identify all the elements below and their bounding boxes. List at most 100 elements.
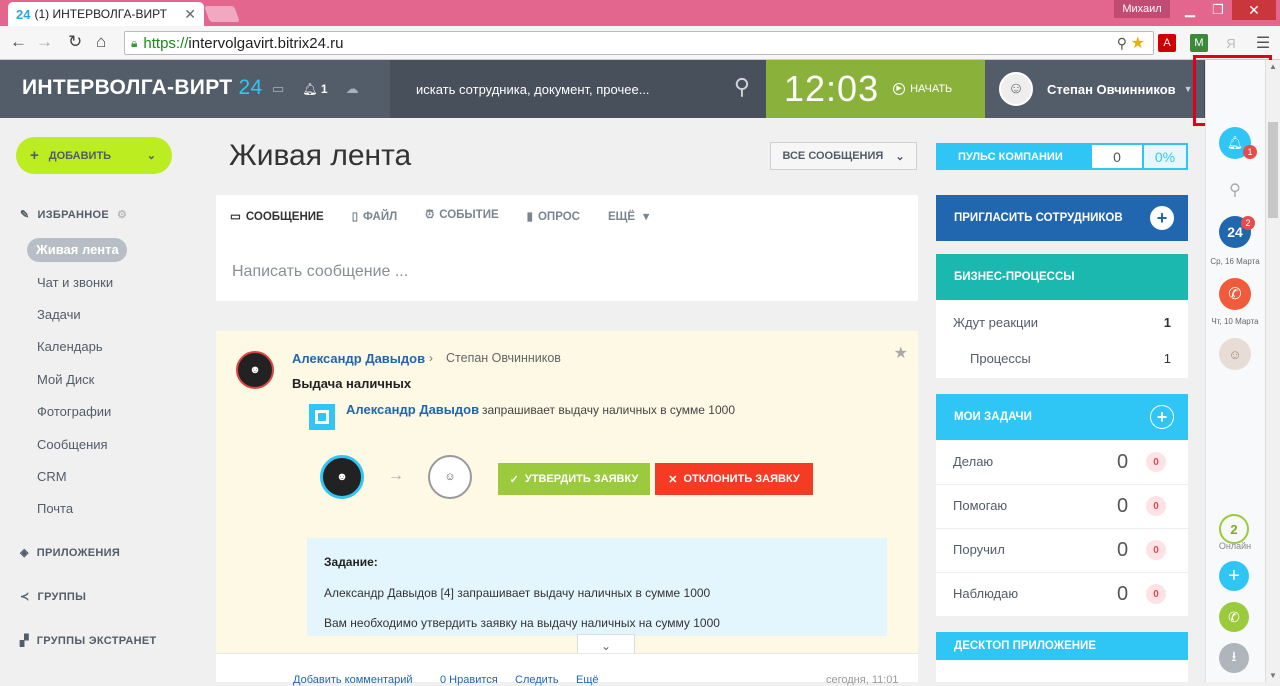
task-row-watching[interactable]: Наблюдаю [953, 586, 1018, 601]
address-bar[interactable]: 🔒︎ https:// intervolgavirt.bitrix24.ru ⚲… [124, 31, 1154, 55]
groups-section[interactable]: ≺ ГРУППЫ [20, 590, 86, 604]
search-input[interactable]: искать сотрудника, документ, прочее... ⚲ [390, 60, 766, 118]
bar-chart-icon: ▮ [526, 211, 533, 223]
desktop-app-header[interactable]: ДЕСКТОП ПРИЛОЖЕНИЕ [936, 632, 1188, 660]
extranet-section[interactable]: ▞ ГРУППЫ ЭКСТРАНЕТ [20, 634, 157, 648]
online-label: Онлайн [1218, 541, 1252, 551]
call-icon[interactable]: ✆ [1219, 602, 1249, 632]
shield-extension-icon[interactable]: M [1190, 34, 1208, 52]
sidebar-item-live-feed[interactable]: Живая лента [27, 238, 127, 262]
start-label: НАЧАТЬ [910, 83, 953, 95]
apps-label: ПРИЛОЖЕНИЯ [36, 546, 121, 559]
task-row-assigned[interactable]: Поручил [953, 542, 1005, 557]
feed-filter-dropdown[interactable]: ВСЕ СООБЩЕНИЯ ⌄ [770, 142, 917, 170]
my-tasks-header[interactable]: МОИ ЗАДАЧИ + [936, 394, 1188, 440]
forward-icon[interactable]: → [36, 32, 53, 52]
chat-icon[interactable]: ▭ [272, 81, 284, 97]
portal-header: ИНТЕРВОЛГА-ВИРТ 24 ▭ 🔔︎ 1 ☁ искать сотру… [0, 60, 1205, 118]
contact-avatar[interactable]: ☺ [1219, 338, 1251, 370]
tab-event[interactable]: ⏰︎ СОБЫТИЕ [425, 209, 498, 223]
sidebar-item-messages[interactable]: Сообщения [37, 437, 108, 452]
bp-author-link[interactable]: Александр Давыдов [346, 402, 479, 417]
add-button[interactable]: + ДОБАВИТЬ ⌄ [16, 137, 172, 174]
tasks-label: МОИ ЗАДАЧИ [954, 411, 1032, 423]
zoom-icon[interactable]: ⚲ [1117, 35, 1127, 52]
approve-button[interactable]: ✓ УТВЕРДИТЬ ЗАЯВКУ [498, 463, 650, 495]
post-composer: ▭ СООБЩЕНИЕ ▯ ФАЙЛ ⏰︎ СОБЫТИЕ ▮ ОПРОС ЕЩЁ ▾ … [216, 195, 918, 301]
browser-tab[interactable]: 24 (1) ИНТЕРВОЛГА-ВИРТ ✕ [8, 2, 204, 26]
add-task-icon[interactable]: + [1150, 405, 1174, 429]
bookmark-star-icon[interactable]: ★ [1131, 33, 1145, 53]
approver-avatar[interactable]: ☺ [428, 455, 472, 499]
search-icon[interactable]: ⚲ [734, 74, 750, 100]
online-counter[interactable]: 2 [1219, 514, 1249, 544]
reload-icon[interactable]: ↻ [68, 32, 82, 52]
more-link[interactable]: Ещё [576, 674, 599, 686]
message-input[interactable]: Написать сообщение ... [232, 263, 408, 281]
sidebar-item-photos[interactable]: Фотографии [37, 404, 111, 419]
favorite-star-icon[interactable]: ★ [894, 343, 908, 363]
favorites-section[interactable]: ✎ ИЗБРАННОЕ ⚙ [20, 208, 127, 222]
close-tab-icon[interactable]: ✕ [184, 6, 196, 23]
sidebar-item-crm[interactable]: CRM [37, 469, 67, 484]
sidebar-item-tasks[interactable]: Задачи [37, 307, 81, 322]
scroll-up-icon[interactable]: ▲ [1269, 62, 1277, 71]
divider [936, 572, 1188, 573]
bp-processes-label[interactable]: Процессы [970, 351, 1031, 366]
add-contact-icon[interactable]: + [1219, 561, 1249, 591]
pulse-value: 0 [1092, 145, 1142, 168]
scroll-down-icon[interactable]: ▼ [1269, 671, 1277, 680]
yandex-extension-icon[interactable]: Я [1222, 34, 1240, 52]
sidebar-item-disk[interactable]: Мой Диск [37, 372, 94, 387]
company-pulse[interactable]: ПУЛЬС КОМПАНИИ 0 0% [936, 143, 1188, 170]
invite-employees-button[interactable]: ПРИГЛАСИТЬ СОТРУДНИКОВ + [936, 195, 1188, 241]
url-host: intervolgavirt.bitrix24.ru [188, 34, 344, 52]
home-icon[interactable]: ⌂ [96, 32, 106, 52]
task-row-doing[interactable]: Делаю [953, 454, 993, 469]
sidebar-item-mail[interactable]: Почта [37, 501, 73, 516]
back-icon[interactable]: ← [10, 32, 27, 52]
cloud-icon[interactable]: ☁ [346, 81, 359, 97]
portal-logo[interactable]: ИНТЕРВОЛГА-ВИРТ 24 [22, 76, 262, 100]
rail-search-icon[interactable]: ⚲ [1223, 178, 1247, 202]
add-label: ДОБАВИТЬ [48, 149, 112, 162]
follow-link[interactable]: Следить [515, 674, 559, 686]
notifications-counter[interactable]: 🔔︎ 1 [302, 82, 327, 96]
task-count-doing: 0 [1117, 451, 1129, 473]
bell-badge: 1 [1243, 145, 1257, 159]
business-processes-header[interactable]: БИЗНЕС-ПРОЦЕССЫ [936, 254, 1188, 300]
reject-button[interactable]: ✕ ОТКЛОНИТЬ ЗАЯВКУ [655, 463, 813, 495]
like-link[interactable]: 0 Нравится [440, 674, 498, 686]
tab-more[interactable]: ЕЩЁ ▾ [608, 209, 654, 223]
sidebar-item-calendar[interactable]: Календарь [37, 339, 103, 354]
pdf-extension-icon[interactable]: A [1158, 34, 1176, 52]
bp-waiting-label[interactable]: Ждут реакции [953, 315, 1038, 330]
scroll-thumb[interactable] [1268, 122, 1278, 218]
tab-message[interactable]: ▭ СООБЩЕНИЕ [230, 209, 324, 223]
restore-icon[interactable]: ❐ [1204, 0, 1232, 20]
tab-file[interactable]: ▯ ФАЙЛ [352, 209, 398, 223]
window-user[interactable]: Михаил [1114, 0, 1170, 18]
post-author-link[interactable]: Александр Давыдов [292, 351, 425, 366]
user-menu[interactable]: ☺ Степан Овчинников ▼ [985, 60, 1205, 118]
invite-label: ПРИГЛАСИТЬ СОТРУДНИКОВ [954, 212, 1123, 224]
new-tab-button[interactable] [204, 6, 240, 22]
task-row-helping[interactable]: Помогаю [953, 498, 1007, 513]
download-icon[interactable]: ⭳ [1219, 643, 1249, 673]
window-close-icon[interactable]: ✕ [1232, 0, 1276, 20]
author-avatar[interactable]: ☻ [236, 351, 274, 389]
menu-icon[interactable]: ☰ [1254, 34, 1272, 52]
minimize-icon[interactable]: ▁ [1176, 0, 1204, 20]
post-recipient-link[interactable]: Степан Овчинников [446, 351, 561, 365]
add-comment-link[interactable]: Добавить комментарий [293, 674, 412, 686]
apps-section[interactable]: ◈ ПРИЛОЖЕНИЯ [20, 546, 121, 560]
check-icon: ✓ [509, 473, 519, 486]
phone-call-icon[interactable]: ✆ [1219, 278, 1251, 310]
gear-icon[interactable]: ⚙ [117, 208, 127, 221]
page-scrollbar[interactable]: ▲ ▼ [1265, 60, 1280, 682]
work-clock[interactable]: 12:03 ▶ НАЧАТЬ [766, 60, 985, 118]
start-workday-button[interactable]: ▶ НАЧАТЬ [893, 83, 952, 95]
sidebar-item-chat[interactable]: Чат и звонки [37, 275, 113, 290]
tab-poll[interactable]: ▮ ОПРОС [527, 209, 580, 223]
requester-avatar[interactable]: ☻ [320, 455, 364, 499]
